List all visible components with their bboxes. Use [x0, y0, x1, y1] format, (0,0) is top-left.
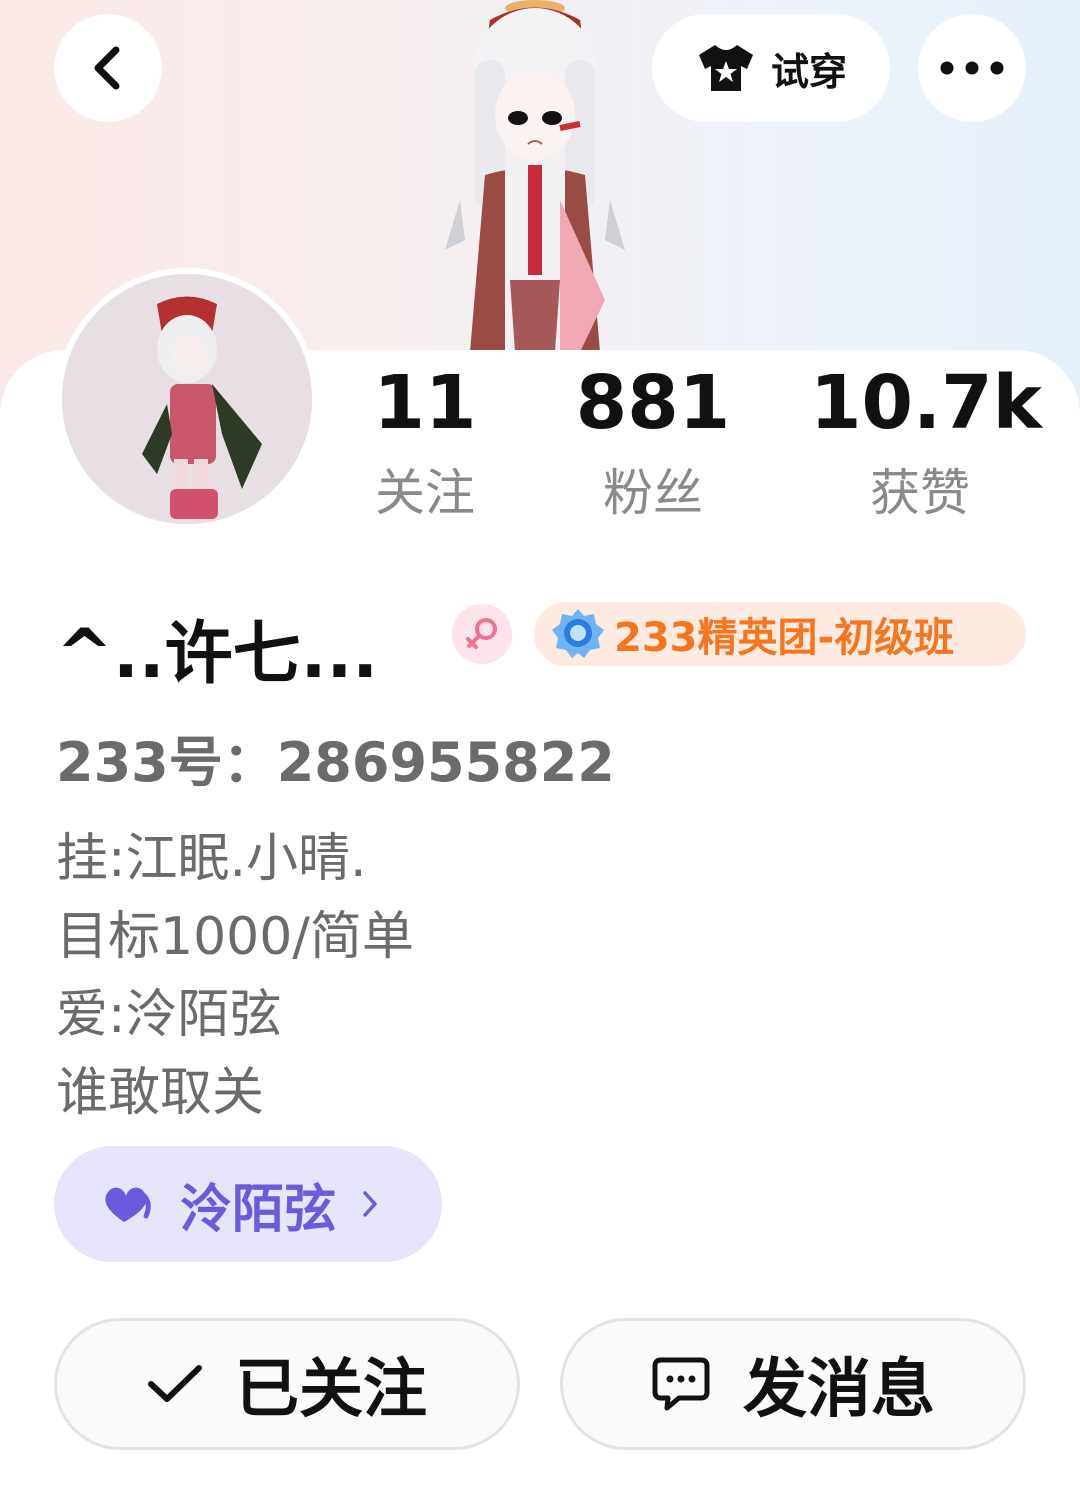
try-on-label: 试穿	[770, 49, 847, 94]
followers-count: 881	[575, 360, 731, 446]
likes-count: 10.7k	[810, 360, 1042, 446]
character-illustration	[445, 0, 625, 352]
send-message-label: 发消息	[743, 1353, 935, 1427]
shield-badge-icon	[552, 609, 604, 658]
bio-line-1: 挂:江眠.小晴.	[56, 829, 367, 889]
following-label: 关注	[375, 464, 475, 522]
send-message-button[interactable]: 发消息	[560, 1318, 1026, 1450]
check-icon	[148, 1365, 202, 1402]
user-name: ^..许七...	[56, 615, 379, 694]
user-id[interactable]: 233号：286955822	[56, 718, 615, 797]
rank-label: 233精英团-初级班	[614, 615, 955, 661]
chat-bubble-icon	[652, 1357, 710, 1411]
bio-line-4: 谁敢取关	[56, 1063, 265, 1123]
likes-label: 获赞	[870, 464, 970, 522]
tshirt-icon	[698, 45, 753, 91]
female-icon	[466, 618, 497, 649]
relationship-tag-label: 泠陌弦	[180, 1179, 337, 1240]
chevron-left-icon	[94, 46, 120, 90]
stat-followers[interactable]: 881 粉丝	[568, 366, 738, 518]
relationship-tag[interactable]: 泠陌弦	[54, 1146, 442, 1262]
followers-label: 粉丝	[603, 464, 703, 522]
back-button[interactable]	[54, 14, 162, 122]
bio-line-2: 目标1000/简单	[56, 907, 414, 967]
heart-icon	[105, 1187, 151, 1222]
avatar[interactable]	[56, 268, 318, 530]
followed-button[interactable]: 已关注	[54, 1318, 520, 1450]
following-count: 11	[373, 360, 477, 446]
more-dots-icon	[940, 61, 1004, 75]
bio-line-3: 爱:泠陌弦	[56, 985, 282, 1045]
stat-likes[interactable]: 10.7k 获赞	[810, 360, 1042, 522]
chevron-right-icon	[363, 1191, 377, 1217]
stat-following[interactable]: 11 关注	[345, 366, 505, 518]
followed-label: 已关注	[235, 1353, 427, 1427]
gender-badge	[452, 604, 512, 664]
avatar-image	[62, 274, 312, 524]
rank-badge[interactable]: 233精英团-初级班	[534, 602, 1026, 666]
more-button[interactable]	[918, 14, 1026, 122]
try-on-button[interactable]: 试穿	[652, 14, 890, 122]
